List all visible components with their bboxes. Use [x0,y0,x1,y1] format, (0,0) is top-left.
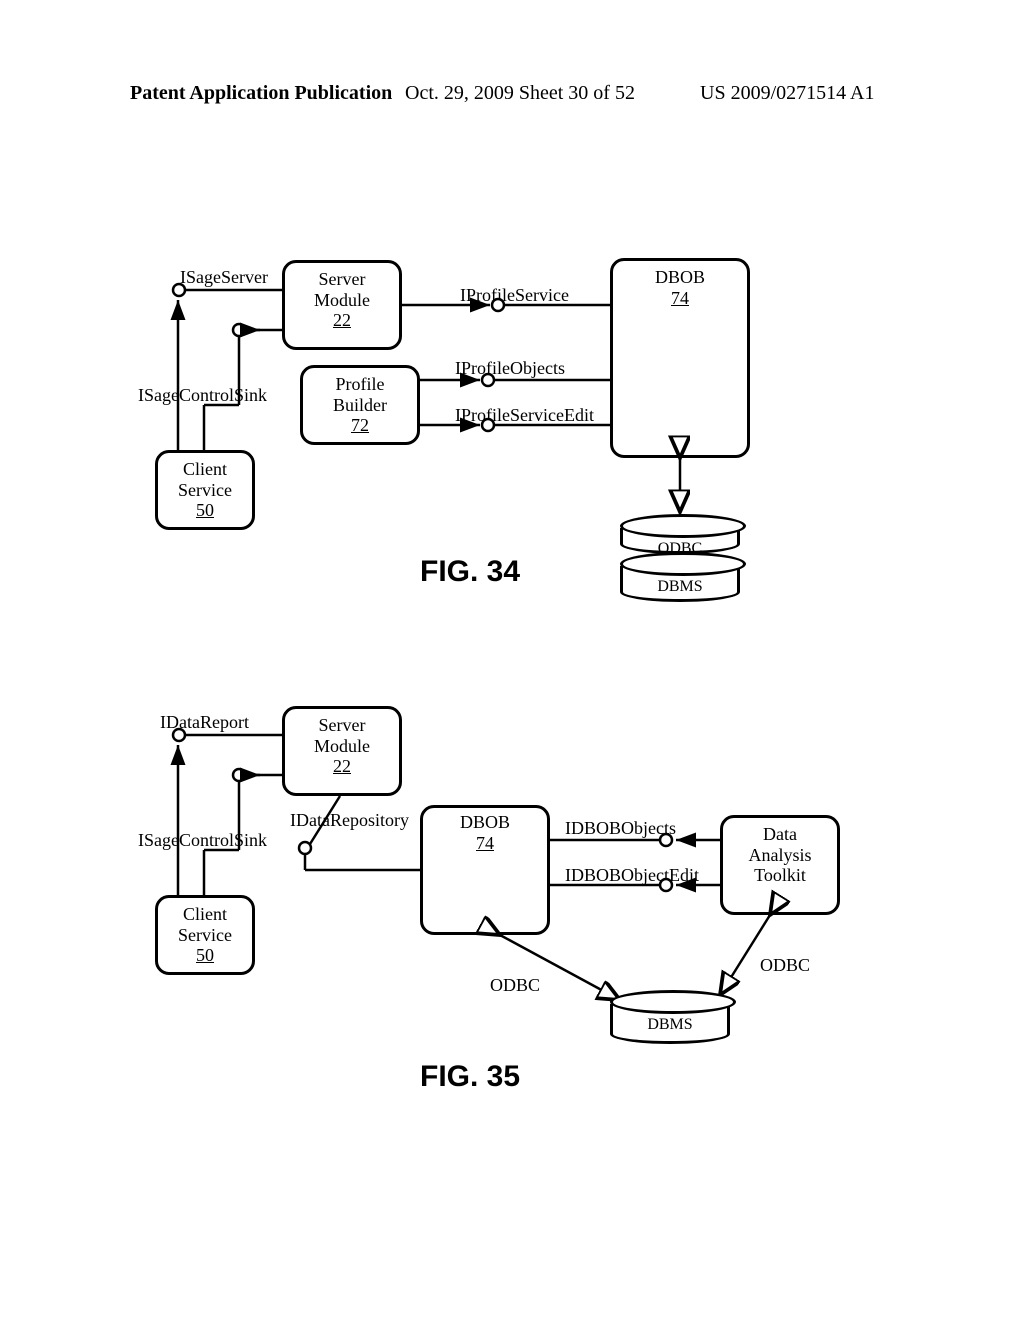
fig35-caption: FIG. 35 [420,1060,520,1094]
profile-builder-title: Profile Builder [333,374,387,415]
data-analysis-title: Data Analysis Toolkit [749,824,812,885]
header-right: US 2009/0271514 A1 [700,82,874,105]
fig35-server-module: Server Module 22 [282,706,402,796]
profile-builder-num: 72 [351,415,369,435]
fig35-data-analysis: Data Analysis Toolkit [720,815,840,915]
label-idatarepository: IDataRepository [290,810,409,831]
label-iprofileobjects: IProfileObjects [455,358,565,379]
fig34-profile-builder: Profile Builder 72 [300,365,420,445]
fig34-dbms-cyl: DBMS [620,552,740,602]
dbob-title-35: DBOB [460,812,510,832]
fig35-dbob: DBOB 74 [420,805,550,935]
page: Patent Application Publication Oct. 29, … [0,0,1024,1320]
connectors [0,0,1024,1320]
fig34-client-service: Client Service 50 [155,450,255,530]
label-iprofileservice: IProfileService [460,285,569,306]
label-odbc-35b: ODBC [760,955,810,976]
fig34-dbob: DBOB 74 [610,258,750,458]
server-module-title-35: Server Module [314,715,370,756]
server-module-num: 22 [333,310,351,330]
header-mid: Oct. 29, 2009 Sheet 30 of 52 [405,82,635,105]
fig34-odbc-cyl: ODBC [620,514,740,554]
fig35-client-service: Client Service 50 [155,895,255,975]
client-service-num: 50 [196,500,214,520]
label-odbc-35a: ODBC [490,975,540,996]
label-idatareport: IDataReport [160,712,249,733]
dbob-num: 74 [671,288,689,308]
header-left: Patent Application Publication [130,82,392,105]
label-isagecontrolsink-35: ISageControlSink [138,830,267,851]
fig35-dbms-cyl: DBMS [610,990,730,1044]
label-idbobobjects: IDBOBObjects [565,818,676,839]
dbob-num-35: 74 [476,833,494,853]
client-service-num-35: 50 [196,945,214,965]
label-iprofileserviceedit: IProfileServiceEdit [455,405,594,426]
server-module-num-35: 22 [333,756,351,776]
label-isageserver: ISageServer [180,267,268,288]
fig34-caption: FIG. 34 [420,555,520,589]
fig34-server-module: Server Module 22 [282,260,402,350]
label-isagecontrolsink: ISageControlSink [138,385,267,406]
server-module-title: Server Module [314,269,370,310]
label-idbobobjectedit: IDBOBObjectEdit [565,865,699,886]
client-service-title: Client Service [178,459,232,500]
client-service-title-35: Client Service [178,904,232,945]
dbob-title: DBOB [655,267,705,287]
